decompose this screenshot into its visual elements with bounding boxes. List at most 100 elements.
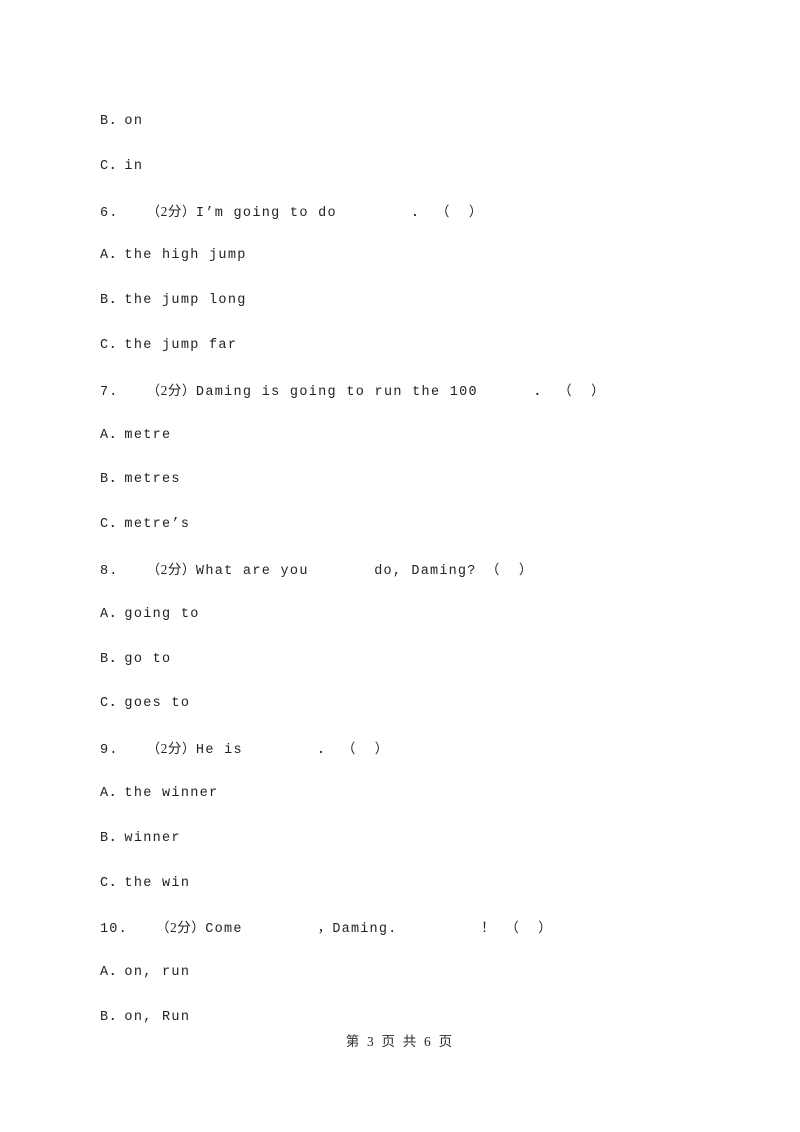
option-text: on, Run: [124, 1009, 191, 1025]
option-letter: C: [100, 158, 110, 174]
answer-bracket: （ ）: [505, 920, 553, 936]
option-separator: ．: [109, 830, 125, 846]
question-marks: （2分）: [146, 741, 196, 757]
option-letter: A: [100, 606, 110, 622]
option-separator: ．: [109, 875, 125, 891]
question-stem: 6. （2分）I’m going to do ． （ ）: [100, 190, 720, 235]
question-stem: 8. （2分）What are you do, Daming? （ ）: [100, 548, 720, 593]
option-text: in: [124, 158, 144, 174]
answer-option: B．the jump long: [100, 279, 720, 324]
option-text: the jump far: [124, 337, 238, 353]
answer-option: B．go to: [100, 638, 720, 683]
option-letter: C: [100, 517, 110, 533]
document-page: B．on C．in 6. （2分）I’m going to do ． （ ） A．th…: [0, 0, 800, 1132]
option-text: metre’s: [124, 517, 191, 533]
option-separator: ．: [109, 517, 125, 533]
answer-blank: [309, 550, 374, 595]
option-letter: A: [100, 427, 110, 443]
question-text: I’m going to do: [195, 205, 337, 221]
option-letter: B: [100, 651, 110, 667]
answer-bracket: （ ）: [485, 561, 534, 577]
question-stem: 10. （2分）Come ，Daming. ！ （ ）: [100, 906, 720, 951]
answer-option: A．the high jump: [100, 234, 720, 279]
answer-option: C．the win: [100, 862, 720, 907]
question-number: 10.: [100, 922, 128, 938]
option-text: the jump long: [124, 293, 247, 309]
question-text: He is: [195, 743, 243, 759]
answer-bracket: （ ）: [435, 203, 484, 219]
option-text: the winner: [124, 785, 219, 801]
option-text: goes to: [124, 696, 191, 712]
option-letter: A: [100, 785, 110, 801]
option-separator: ．: [109, 248, 125, 264]
option-text: on: [124, 114, 144, 129]
question-marks: （2分）: [146, 203, 196, 219]
option-letter: B: [100, 293, 110, 309]
answer-option: B．winner: [100, 817, 720, 862]
option-separator: ．: [109, 114, 125, 129]
option-separator: ．: [109, 965, 125, 981]
option-separator: ．: [109, 651, 125, 667]
question-punctuation: ．: [534, 384, 549, 400]
option-letter: B: [100, 472, 110, 488]
answer-bracket: （ ）: [558, 382, 606, 398]
option-separator: ．: [109, 472, 125, 488]
question-number: 6.: [100, 205, 119, 221]
option-letter: B: [100, 1009, 110, 1025]
answer-option: A．going to: [100, 593, 720, 638]
question-marks: （2分）: [146, 561, 196, 577]
option-text: winner: [124, 830, 181, 846]
question-list: B．on C．in 6. （2分）I’m going to do ． （ ） A．th…: [100, 100, 720, 1041]
question-number: 8.: [100, 563, 119, 579]
option-separator: ．: [109, 606, 125, 622]
answer-option: C．in: [100, 145, 720, 190]
question-punctuation: ．: [411, 205, 427, 221]
answer-blank: [478, 371, 534, 416]
question-stem: 7. （2分）Daming is going to run the 100 ． …: [100, 369, 720, 414]
answer-blank: [243, 729, 318, 774]
option-letter: B: [100, 830, 110, 846]
question-text: Daming is going to run the 100: [195, 384, 478, 400]
option-separator: ．: [109, 337, 125, 353]
question-stem: 9. （2分）He is ． （ ）: [100, 727, 720, 772]
option-text: the win: [124, 875, 191, 891]
option-letter: C: [100, 696, 110, 712]
option-separator: ．: [109, 293, 125, 309]
question-text: What are you: [195, 563, 309, 579]
option-text: on, run: [124, 965, 191, 981]
option-letter: A: [100, 248, 110, 264]
option-letter: C: [100, 337, 110, 353]
question-number: 7.: [100, 384, 119, 400]
option-letter: A: [100, 965, 110, 981]
question-number: 9.: [100, 743, 119, 759]
question-punctuation: do, Daming?: [374, 563, 477, 579]
question-punctuation: ．: [317, 743, 333, 759]
option-text: metre: [124, 427, 172, 443]
answer-bracket: （ ）: [341, 741, 390, 757]
option-text: metres: [124, 472, 181, 488]
option-separator: ．: [109, 696, 125, 712]
option-separator: ．: [109, 158, 125, 174]
question-marks: （2分）: [155, 920, 206, 936]
option-text: go to: [124, 651, 172, 667]
option-separator: ．: [109, 427, 125, 443]
answer-option: B．metres: [100, 458, 720, 503]
answer-option: B．on: [100, 100, 720, 145]
option-separator: ．: [109, 785, 125, 801]
option-text: going to: [124, 606, 200, 622]
option-letter: B: [100, 114, 110, 129]
option-letter: C: [100, 875, 110, 891]
answer-blank: [337, 192, 412, 237]
option-separator: ．: [109, 1009, 125, 1025]
option-text: the high jump: [124, 248, 247, 264]
answer-option: A．the winner: [100, 772, 720, 817]
